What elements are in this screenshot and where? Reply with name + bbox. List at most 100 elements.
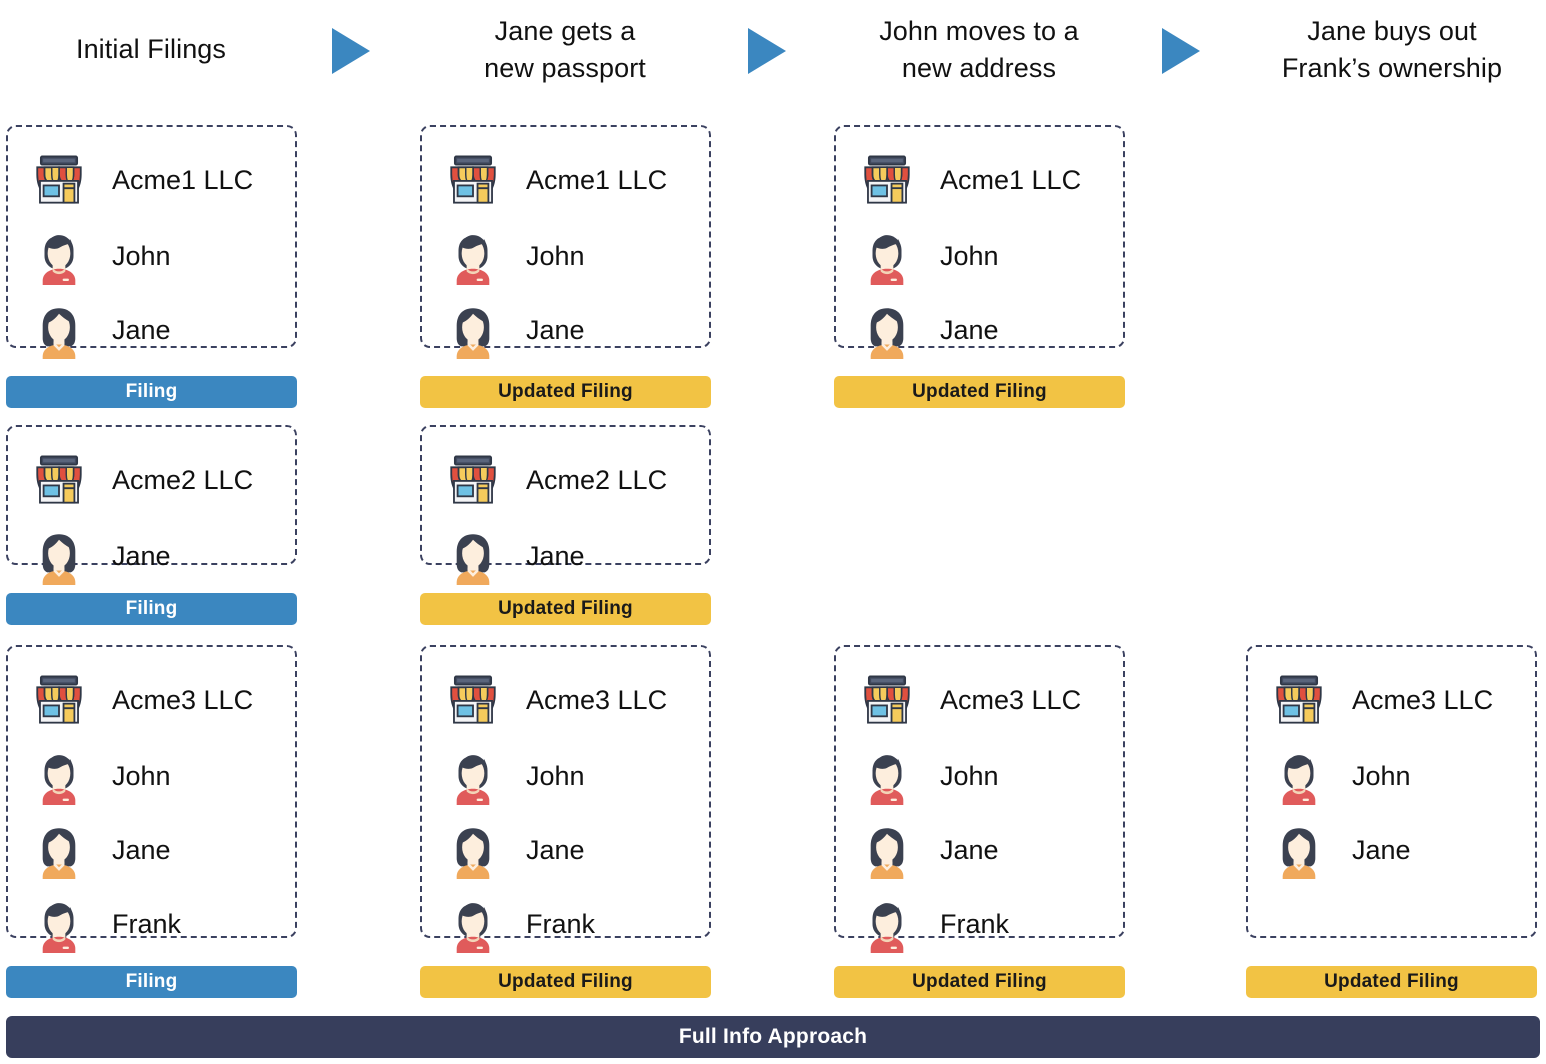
male-avatar-icon-svg [1282, 755, 1316, 805]
card-footer-label: Filing [125, 381, 178, 402]
card-footer-updated[interactable]: Updated Filing [1246, 966, 1537, 998]
title-line: Frank’s ownership [1281, 53, 1503, 83]
title-line: John moves to a [879, 15, 1079, 46]
card-body: Acme3 LLC John Jane Frank [6, 645, 297, 953]
male-avatar-icon-svg [870, 755, 904, 805]
company-row: Acme3 LLC [836, 661, 1123, 739]
column-headers: Initial Filings Jane gets a new passport Jo… [0, 0, 1546, 112]
person-row: John [1248, 739, 1535, 813]
company-row: Acme3 LLC [1248, 661, 1535, 739]
card-footer-filing[interactable]: Filing [6, 376, 297, 408]
card-acme3-col1[interactable]: Acme3 LLC John Jane Frank Filing [6, 645, 297, 998]
card-clip: Acme1 LLC John Jane [834, 125, 1125, 378]
card-footer-updated[interactable]: Updated Filing [834, 966, 1125, 998]
card-body: Acme3 LLC John Jane Frank [420, 645, 711, 953]
storefront-icon [1270, 671, 1328, 729]
card-acme3-col2[interactable]: Acme3 LLC John Jane Frank Updated Filing [420, 645, 711, 998]
female-avatar-icon [858, 301, 916, 359]
person-name: Jane [112, 540, 171, 571]
male-avatar-icon-svg [42, 235, 76, 285]
female-avatar-icon [30, 821, 88, 879]
card-acme1-col1[interactable]: Acme1 LLC John Jane Filing [6, 125, 297, 408]
card-footer-label: Updated Filing [498, 381, 633, 402]
male-avatar-icon-svg [870, 235, 904, 285]
card-clip: Acme2 LLC Jane [420, 425, 711, 595]
card-acme3-col4[interactable]: Acme3 LLC John Jane Updated Filing [1246, 645, 1537, 998]
storefront-icon-svg [864, 155, 910, 204]
card-clip: Acme3 LLC John Jane Frank [420, 645, 711, 968]
company-name: Acme1 LLC [940, 164, 1082, 195]
person-row: Jane [8, 293, 295, 367]
card-footer-filing[interactable]: Filing [6, 593, 297, 625]
person-name: Frank [112, 908, 182, 939]
female-avatar-icon [30, 527, 88, 585]
male-avatar-icon [444, 895, 502, 953]
col-jane-passport-title: Jane gets a new passport [365, 0, 765, 100]
card-acme1-col2[interactable]: Acme1 LLC John Jane Updated Filing [420, 125, 711, 408]
female-avatar-icon [444, 301, 502, 359]
person-row: Frank [422, 887, 709, 961]
company-name: Acme3 LLC [940, 684, 1082, 715]
male-avatar-icon-svg [42, 755, 76, 805]
card-footer-updated[interactable]: Updated Filing [420, 376, 711, 408]
male-avatar-icon [30, 747, 88, 805]
storefront-icon [30, 671, 88, 729]
person-row: John [8, 739, 295, 813]
female-avatar-icon [444, 527, 502, 585]
card-acme1-col3[interactable]: Acme1 LLC John Jane Updated Filing [834, 125, 1125, 408]
company-name: Acme1 LLC [526, 164, 668, 195]
person-name: Frank [526, 908, 596, 939]
card-clip: Acme1 LLC John Jane [420, 125, 711, 378]
female-avatar-icon-svg [42, 308, 76, 359]
male-avatar-icon-svg [42, 903, 76, 953]
card-footer-label: Updated Filing [498, 598, 633, 619]
card-footer-label: Updated Filing [912, 971, 1047, 992]
person-row: Jane [836, 813, 1123, 887]
card-acme2-col1[interactable]: Acme2 LLC Jane Filing [6, 425, 297, 625]
storefront-icon-svg [36, 455, 82, 504]
person-name: John [940, 760, 999, 791]
card-footer-updated[interactable]: Updated Filing [834, 376, 1125, 408]
play-triangle-right-icon [332, 28, 370, 74]
person-row: Jane [8, 813, 295, 887]
person-name: Jane [1352, 834, 1411, 865]
play-triangle-right-icon [748, 28, 786, 74]
female-avatar-icon-svg [870, 308, 904, 359]
card-acme3-col3[interactable]: Acme3 LLC John Jane Frank Updated Filing [834, 645, 1125, 998]
card-footer-updated[interactable]: Updated Filing [420, 966, 711, 998]
male-avatar-icon-svg [456, 903, 490, 953]
male-avatar-icon [858, 227, 916, 285]
person-row: Jane [836, 293, 1123, 367]
company-row: Acme2 LLC [422, 441, 709, 519]
person-row: Frank [8, 887, 295, 961]
person-name: Jane [526, 314, 585, 345]
card-clip: Acme2 LLC Jane [6, 425, 297, 595]
company-name: Acme2 LLC [112, 464, 254, 495]
card-footer-filing[interactable]: Filing [6, 966, 297, 998]
card-footer-updated[interactable]: Updated Filing [420, 593, 711, 625]
storefront-icon-svg [450, 675, 496, 724]
male-avatar-icon [444, 747, 502, 805]
female-avatar-icon [1270, 821, 1328, 879]
card-acme2-col2[interactable]: Acme2 LLC Jane Updated Filing [420, 425, 711, 625]
person-name: Frank [940, 908, 1010, 939]
storefront-icon-svg [864, 675, 910, 724]
male-avatar-icon-svg [456, 755, 490, 805]
person-name: John [526, 760, 585, 791]
female-avatar-icon [30, 301, 88, 359]
card-body: Acme3 LLC John Jane Frank [834, 645, 1125, 953]
person-row: Jane [8, 519, 295, 593]
company-name: Acme1 LLC [112, 164, 254, 195]
person-name: Jane [526, 540, 585, 571]
card-body: Acme1 LLC John Jane [834, 125, 1125, 359]
person-name: Jane [526, 834, 585, 865]
title-line: new passport [484, 53, 646, 83]
col-jane-buyout-title: Jane buys out Frank’s ownership [1192, 0, 1546, 100]
storefront-icon-svg [36, 155, 82, 204]
title-line: Jane gets a [494, 15, 636, 46]
title-line: new address [901, 53, 1057, 83]
card-footer-label: Updated Filing [1324, 971, 1459, 992]
storefront-icon [444, 151, 502, 209]
play-triangle-right-icon [1162, 28, 1200, 74]
storefront-icon [444, 671, 502, 729]
